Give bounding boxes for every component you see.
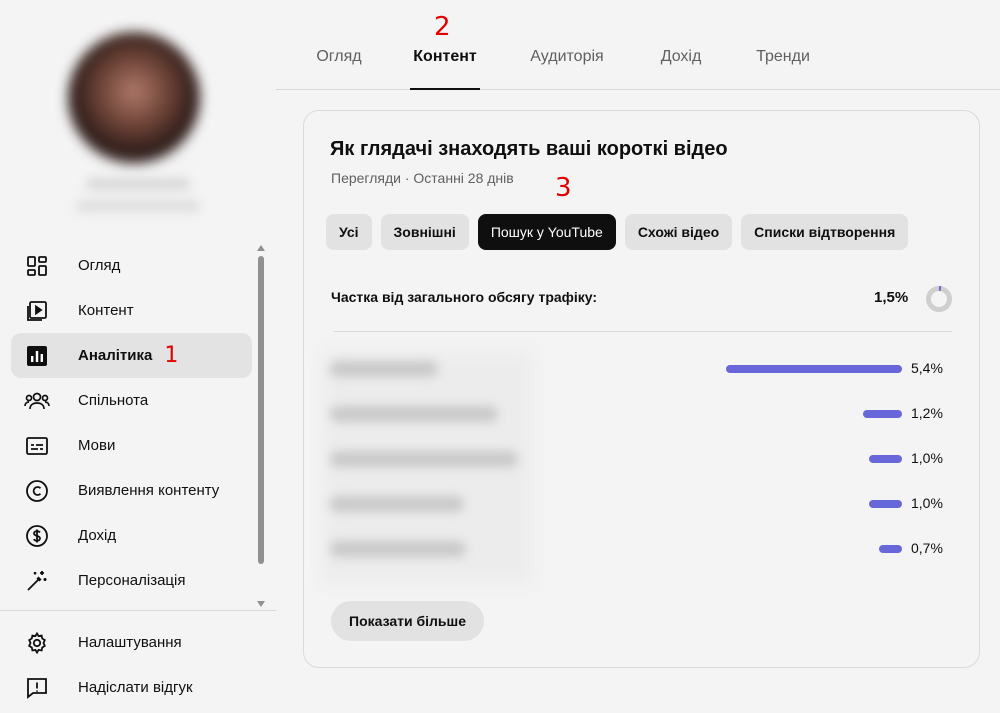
divider <box>334 331 952 332</box>
chip-external[interactable]: Зовнішні <box>380 214 469 250</box>
traffic-share-value: 1,5% <box>874 289 909 306</box>
sidebar-item-label: Дохід <box>78 527 117 544</box>
content-icon <box>23 297 51 325</box>
search-term-blurred <box>330 496 464 512</box>
copyright-icon <box>23 477 51 505</box>
sidebar: Огляд Контент Аналітика 1 Спільнота Мови… <box>0 0 276 713</box>
share-percent: 5,4% <box>911 360 943 376</box>
sidebar-item-label: Мови <box>78 437 116 454</box>
channel-avatar[interactable] <box>68 32 200 164</box>
share-bar <box>726 365 902 373</box>
scroll-up-arrow[interactable] <box>257 245 265 251</box>
share-bar <box>869 500 902 508</box>
channel-name-blurred <box>86 178 190 190</box>
show-more-button[interactable]: Показати більше <box>331 601 484 641</box>
magic-wand-icon <box>23 567 51 595</box>
channel-handle-blurred <box>76 200 200 212</box>
sidebar-item-settings[interactable]: Налаштування <box>11 620 252 665</box>
table-row[interactable]: 1,2% <box>318 392 966 437</box>
sidebar-item-label: Спільнота <box>78 392 149 409</box>
tab-overview[interactable]: Огляд <box>313 48 365 90</box>
chip-suggested-videos[interactable]: Схожі відео <box>624 214 733 250</box>
sidebar-item-label: Надіслати відгук <box>78 679 193 696</box>
tab-revenue[interactable]: Дохід <box>656 48 706 90</box>
share-percent: 1,2% <box>911 405 943 421</box>
search-term-blurred <box>330 361 438 377</box>
table-row[interactable]: 5,4% <box>318 347 966 392</box>
card-subtitle: Перегляди · Останні 28 днів <box>331 170 514 186</box>
traffic-share-label: Частка від загального обсягу трафіку: <box>331 289 598 305</box>
table-row[interactable]: 0,7% <box>318 527 966 572</box>
sidebar-item-analytics[interactable]: Аналітика 1 <box>11 333 252 378</box>
chip-all[interactable]: Усі <box>326 214 372 250</box>
sidebar-item-send-feedback[interactable]: Надіслати відгук <box>11 665 252 710</box>
traffic-share-donut <box>926 286 952 312</box>
dollar-icon <box>23 522 51 550</box>
table-row[interactable]: 1,0% <box>318 437 966 482</box>
traffic-filter-chips: Усі Зовнішні Пошук у YouTube Схожі відео… <box>326 214 909 250</box>
sidebar-item-label: Персоналізація <box>78 572 186 589</box>
tab-content[interactable]: Контент <box>410 48 480 90</box>
sidebar-divider <box>0 610 276 611</box>
sidebar-item-label: Налаштування <box>78 634 182 651</box>
sidebar-item-label: Виявлення контенту <box>78 482 220 499</box>
community-icon <box>23 387 51 415</box>
share-percent: 1,0% <box>911 450 943 466</box>
annotation-number: 1 <box>164 343 179 368</box>
feedback-icon <box>23 674 51 702</box>
sidebar-item-languages[interactable]: Мови <box>11 423 252 468</box>
tab-trends[interactable]: Тренди <box>752 48 814 90</box>
card-title: Як глядачі знаходять ваші короткі відео <box>330 138 728 160</box>
chip-playlists[interactable]: Списки відтворення <box>741 214 909 250</box>
traffic-source-card: Як глядачі знаходять ваші короткі відео … <box>303 110 980 668</box>
sidebar-item-label: Контент <box>78 302 134 319</box>
table-row[interactable]: 1,0% <box>318 482 966 527</box>
tab-audience[interactable]: Аудиторія <box>524 48 610 90</box>
sidebar-item-label: Аналітика <box>78 347 153 364</box>
chip-youtube-search[interactable]: Пошук у YouTube <box>477 214 616 250</box>
sidebar-item-overview[interactable]: Огляд <box>11 243 252 288</box>
annotation-number: 3 <box>555 173 572 203</box>
scroll-down-arrow[interactable] <box>257 601 265 607</box>
sidebar-item-label: Огляд <box>78 257 121 274</box>
share-percent: 0,7% <box>911 540 943 556</box>
dashboard-icon <box>23 252 51 280</box>
search-term-blurred <box>330 541 466 557</box>
analytics-icon <box>23 342 51 370</box>
subtitles-icon <box>23 432 51 460</box>
annotation-number: 2 <box>434 12 451 42</box>
analytics-tabs <box>276 0 1000 90</box>
share-bar <box>863 410 902 418</box>
share-bar <box>869 455 902 463</box>
sidebar-item-content-detection[interactable]: Виявлення контенту <box>11 468 252 513</box>
sidebar-item-customization[interactable]: Персоналізація <box>11 558 252 603</box>
sidebar-item-community[interactable]: Спільнота <box>11 378 252 423</box>
search-term-blurred <box>330 451 518 467</box>
share-percent: 1,0% <box>911 495 943 511</box>
sidebar-item-content[interactable]: Контент <box>11 288 252 333</box>
search-term-blurred <box>330 406 498 422</box>
sidebar-scrollbar[interactable] <box>258 256 264 564</box>
sidebar-item-earn[interactable]: Дохід <box>11 513 252 558</box>
share-bar <box>879 545 902 553</box>
gear-icon <box>23 629 51 657</box>
